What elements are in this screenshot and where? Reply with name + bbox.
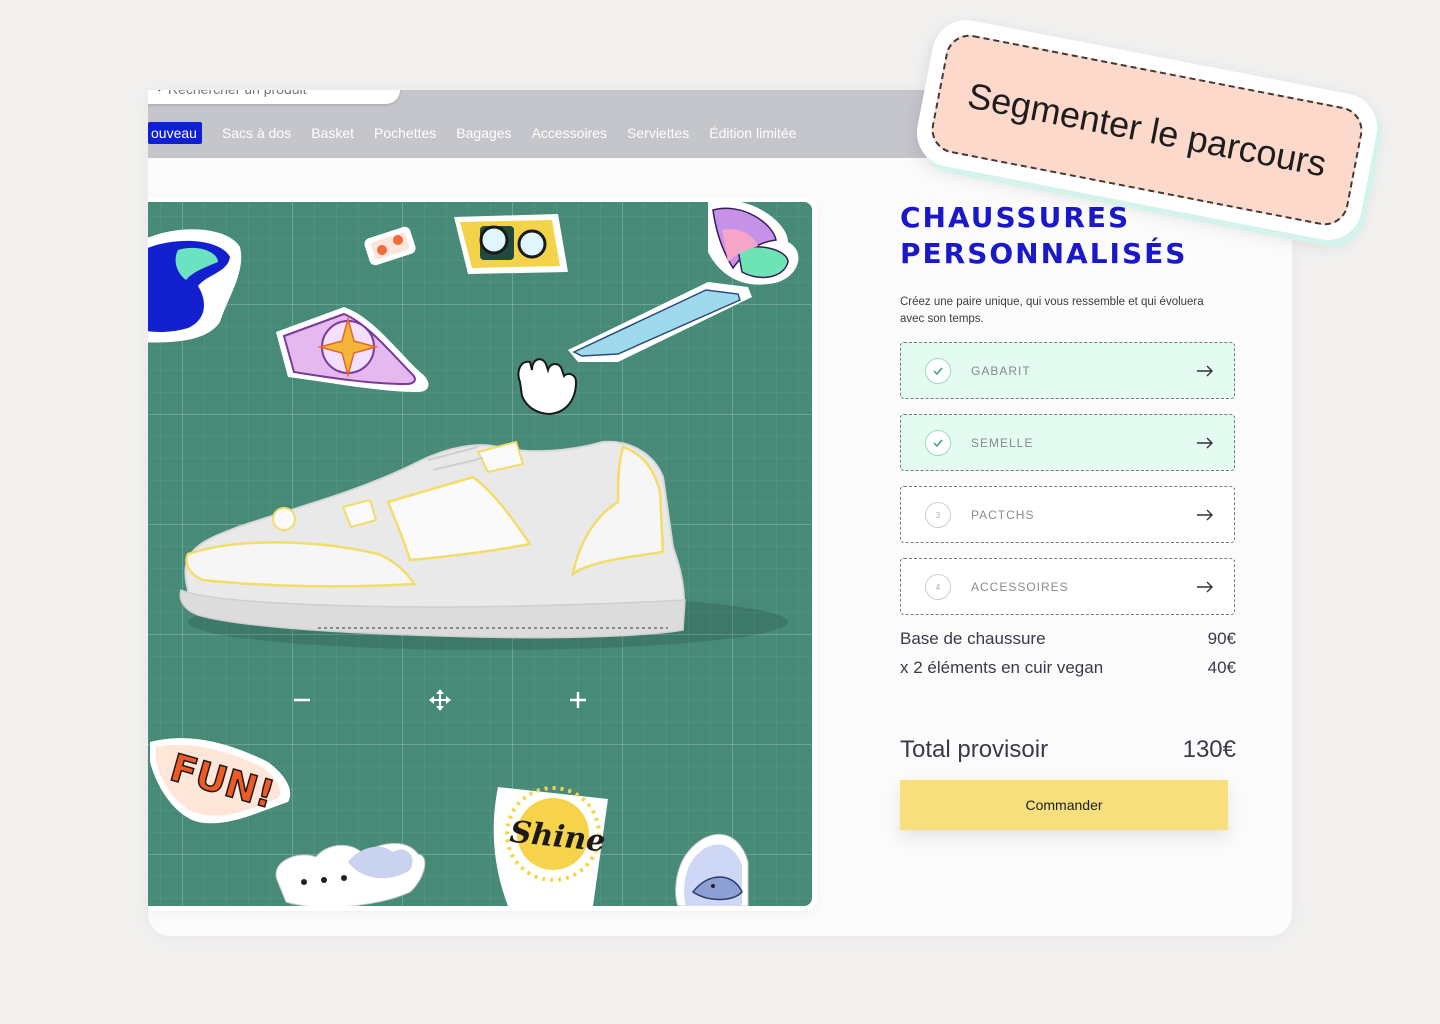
- step-patchs[interactable]: 3 PACTCHS: [900, 486, 1235, 543]
- nav-item-sacs-a-dos[interactable]: Sacs à dos: [222, 125, 291, 141]
- grab-cursor-icon: [517, 358, 578, 416]
- clouds-sticker[interactable]: [275, 842, 426, 906]
- nav-item-bagages[interactable]: Bagages: [456, 125, 511, 141]
- arrow-right-icon: [1197, 581, 1213, 593]
- sunglasses-sticker[interactable]: [454, 214, 568, 274]
- zoom-out-icon[interactable]: [290, 688, 314, 712]
- product-description: Créez une paire unique, qui vous ressemb…: [900, 296, 1204, 325]
- price-breakdown: Base de chaussure 90€ x 2 éléments en cu…: [900, 624, 1240, 682]
- step-label: SEMELLE: [971, 436, 1034, 450]
- app-window: ouveau Sacs à dos Basket Pochettes Bagag…: [148, 90, 1292, 936]
- fun-sticker[interactable]: FUN!: [150, 738, 291, 824]
- arrow-right-icon: [1197, 509, 1213, 521]
- nav-item-basket[interactable]: Basket: [311, 125, 354, 141]
- arrow-right-icon: [1197, 437, 1213, 449]
- price-label: x 2 éléments en cuir vegan: [900, 658, 1104, 677]
- customization-canvas[interactable]: FUN! Shine: [148, 202, 812, 906]
- search-bar[interactable]: [148, 90, 400, 104]
- total-row: Total provisoir 130€: [900, 736, 1236, 764]
- step-label: GABARIT: [971, 364, 1031, 378]
- category-nav: ouveau Sacs à dos Basket Pochettes Bagag…: [148, 122, 816, 144]
- step-gabarit[interactable]: GABARIT: [900, 342, 1235, 399]
- configuration-panel: CHAUSSURES PERSONNALISÉS Créez une paire…: [900, 200, 1240, 830]
- order-button[interactable]: Commander: [900, 780, 1228, 830]
- flowers-sticker[interactable]: [363, 225, 417, 266]
- nav-item-nouveau[interactable]: ouveau: [148, 122, 202, 144]
- butterfly-flag-sticker[interactable]: [568, 202, 799, 362]
- total-value: 130€: [1182, 736, 1236, 763]
- zoom-in-icon[interactable]: [566, 688, 590, 712]
- nav-item-edition-limitee[interactable]: Édition limitée: [709, 125, 796, 141]
- nav-item-pochettes[interactable]: Pochettes: [374, 125, 436, 141]
- check-icon: [925, 430, 951, 456]
- step-number: 3: [925, 502, 951, 528]
- globe-sticker[interactable]: [148, 229, 242, 343]
- sneaker-preview[interactable]: [179, 440, 788, 650]
- price-value: 90€: [1207, 629, 1236, 648]
- total-label: Total provisoir: [900, 736, 1049, 763]
- step-label: ACCESSOIRES: [971, 580, 1069, 594]
- move-icon[interactable]: [428, 688, 452, 712]
- title-line-2: PERSONNALISÉS: [900, 237, 1188, 270]
- arrow-right-icon: [1197, 365, 1213, 377]
- price-row-base: Base de chaussure 90€: [900, 624, 1236, 653]
- price-row-extra: x 2 éléments en cuir vegan 40€: [900, 653, 1236, 682]
- compass-sticker[interactable]: [276, 307, 429, 392]
- price-label: Base de chaussure: [900, 629, 1046, 648]
- step-semelle[interactable]: SEMELLE: [900, 414, 1235, 471]
- steps-list: GABARIT SEMELLE 3 PACTCHS 4 ACCESSOIRES: [900, 342, 1240, 615]
- step-accessoires[interactable]: 4 ACCESSOIRES: [900, 558, 1235, 615]
- shine-sticker[interactable]: Shine: [493, 786, 608, 906]
- shark-sticker[interactable]: [675, 834, 749, 906]
- price-value: 40€: [1207, 658, 1236, 677]
- nav-item-serviettes[interactable]: Serviettes: [627, 125, 689, 141]
- search-input[interactable]: [168, 90, 388, 98]
- nav-item-accessoires[interactable]: Accessoires: [532, 125, 607, 141]
- search-icon: [158, 90, 161, 92]
- check-icon: [925, 358, 951, 384]
- step-number: 4: [925, 574, 951, 600]
- step-label: PACTCHS: [971, 508, 1035, 522]
